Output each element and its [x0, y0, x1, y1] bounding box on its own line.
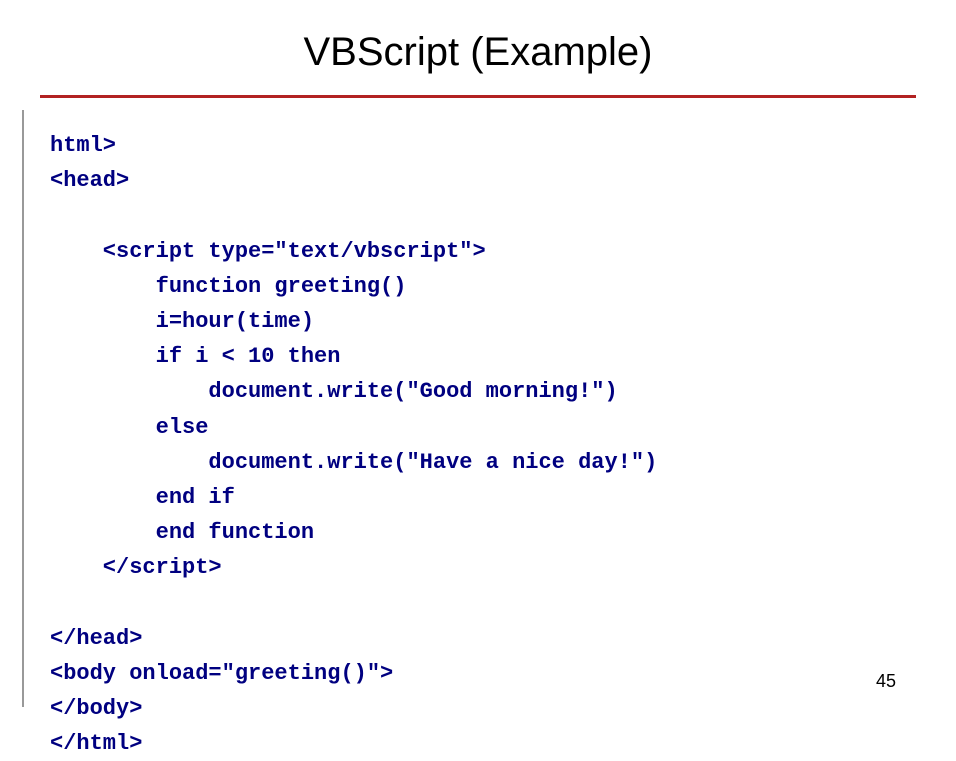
title-divider [40, 95, 916, 98]
left-vertical-bar [22, 110, 24, 707]
slide-title: VBScript (Example) [40, 30, 916, 75]
code-block: html> <head> <script type="text/vbscript… [40, 128, 916, 761]
page-number: 45 [876, 671, 896, 692]
slide-container: VBScript (Example) html> <head> <script … [0, 0, 956, 717]
